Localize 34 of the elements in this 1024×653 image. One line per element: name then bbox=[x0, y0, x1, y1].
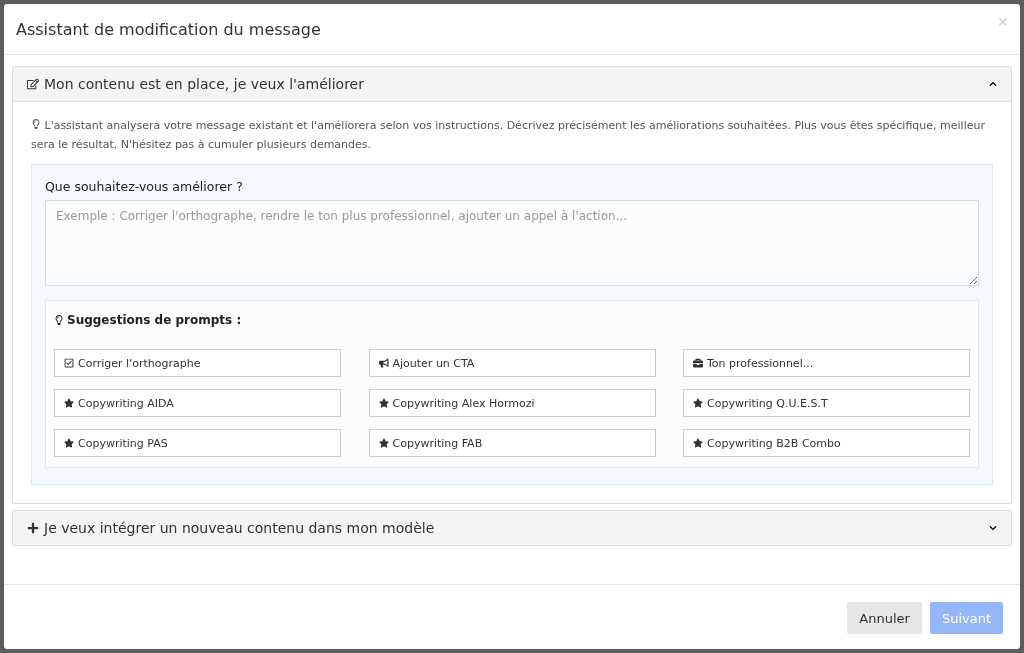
chevron-up-icon bbox=[989, 80, 997, 88]
field-label: Que souhaitez-vous améliorer ? bbox=[45, 179, 244, 194]
prompt-button[interactable]: Ton professionnel... bbox=[683, 349, 970, 377]
chevron-down-icon bbox=[989, 524, 997, 532]
prompt-button[interactable]: Copywriting Alex Hormozi bbox=[368, 389, 656, 417]
prompt-button[interactable]: Ajouter un CTA bbox=[368, 349, 656, 377]
accordion-title: Mon contenu est en place, je veux l'améliorer bbox=[27, 76, 364, 92]
star-icon bbox=[64, 398, 74, 408]
accordion-title: Je veux intégrer un nouveau contenu dans mon modèle bbox=[27, 520, 435, 536]
checkbox-icon bbox=[64, 358, 74, 368]
lightbulb-icon bbox=[54, 315, 64, 325]
edit-icon bbox=[27, 78, 39, 90]
prompt-button[interactable]: Copywriting Q.U.E.S.T bbox=[683, 389, 970, 417]
prompt-button[interactable]: Copywriting B2B Combo bbox=[683, 429, 970, 457]
star-icon bbox=[64, 438, 74, 448]
cancel-button[interactable]: Annuler bbox=[847, 602, 922, 634]
prompt-button[interactable]: Copywriting FAB bbox=[368, 429, 656, 457]
megaphone-icon bbox=[378, 358, 389, 368]
star-icon bbox=[693, 398, 703, 408]
accordion-header[interactable]: Mon contenu est en place, je veux l'améliorer bbox=[13, 67, 1011, 102]
prompt-button[interactable]: Copywriting PAS bbox=[54, 429, 341, 457]
plus-icon bbox=[27, 522, 39, 534]
prompt-button[interactable]: Corriger l'orthographe bbox=[54, 349, 341, 377]
lightbulb-icon bbox=[31, 119, 41, 129]
briefcase-icon bbox=[693, 358, 703, 368]
prompt-button[interactable]: Copywriting AIDA bbox=[54, 389, 341, 417]
star-icon bbox=[378, 438, 389, 448]
suggestions-title: Suggestions de prompts : bbox=[54, 313, 970, 327]
dialog-title: Assistant de modification du message bbox=[16, 19, 321, 39]
intro-text: L'assistant analysera votre message existant et l'améliorera selon vos instructions. Décrivez précisément les améliorations souhaitées. Plus vous êtes spécifique, meilleur sera le résultat. N'hésitez pas à cumuler plusieurs demandes. bbox=[31, 118, 986, 153]
accordion-header[interactable]: Je veux intégrer un nouveau contenu dans mon modèle bbox=[13, 511, 1011, 545]
star-icon bbox=[693, 438, 703, 448]
star-icon bbox=[378, 398, 389, 408]
improvement-input[interactable]: Exemple : Corriger l'orthographe, rendre le ton plus professionnel, ajouter un appel à l'action... bbox=[45, 200, 979, 286]
